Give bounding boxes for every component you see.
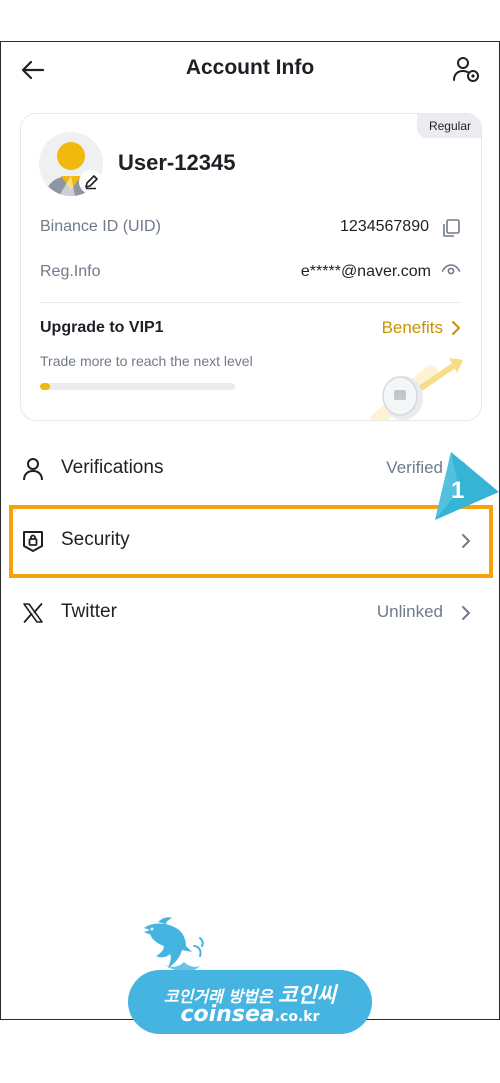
chevron-right-icon (459, 603, 473, 623)
twitter-label: Twitter (61, 601, 117, 622)
verifications-item[interactable]: Verifications Verified (1, 437, 499, 501)
chevron-right-icon (459, 531, 473, 551)
app-screen: Account Info Regular User-12345 Binance … (0, 41, 500, 1020)
twitter-status: Unlinked (376, 602, 443, 621)
benefits-label: Benefits (381, 318, 443, 337)
edit-avatar-icon[interactable] (79, 170, 103, 194)
security-label: Security (61, 529, 130, 550)
coin-arrow-illustration (368, 358, 471, 420)
page-title: Account Info (185, 56, 315, 79)
user-settings-icon[interactable] (451, 54, 481, 84)
vip-upgrade-title: Upgrade to VIP1 (40, 319, 164, 336)
account-card: Regular User-12345 Binance ID (UID) 1234… (20, 113, 482, 421)
eye-icon[interactable] (441, 261, 461, 281)
reg-info-label: Reg.Info (40, 263, 101, 280)
divider (40, 302, 462, 303)
x-logo-icon (21, 601, 45, 625)
vip-progress-bar (40, 383, 235, 390)
person-icon (21, 457, 45, 481)
vip-progress-fill (40, 383, 50, 390)
uid-label: Binance ID (UID) (40, 218, 161, 235)
vip-subtitle: Trade more to reach the next level (40, 353, 253, 369)
uid-value: 1234567890 (340, 218, 429, 235)
copy-icon[interactable] (441, 218, 461, 238)
verifications-label: Verifications (61, 457, 164, 478)
tier-badge: Regular (416, 114, 481, 138)
top-bar: Account Info (1, 42, 499, 98)
chevron-right-icon (459, 459, 473, 479)
chevron-right-icon (452, 321, 460, 335)
shield-lock-icon (21, 529, 45, 553)
username: User-12345 (118, 150, 236, 175)
verifications-status: Verified (386, 458, 443, 477)
twitter-item[interactable]: Twitter Unlinked (1, 581, 499, 645)
reg-info-value: e*****@naver.com (300, 263, 431, 280)
security-item[interactable]: Security (1, 509, 499, 573)
benefits-link[interactable]: Benefits (382, 318, 461, 338)
